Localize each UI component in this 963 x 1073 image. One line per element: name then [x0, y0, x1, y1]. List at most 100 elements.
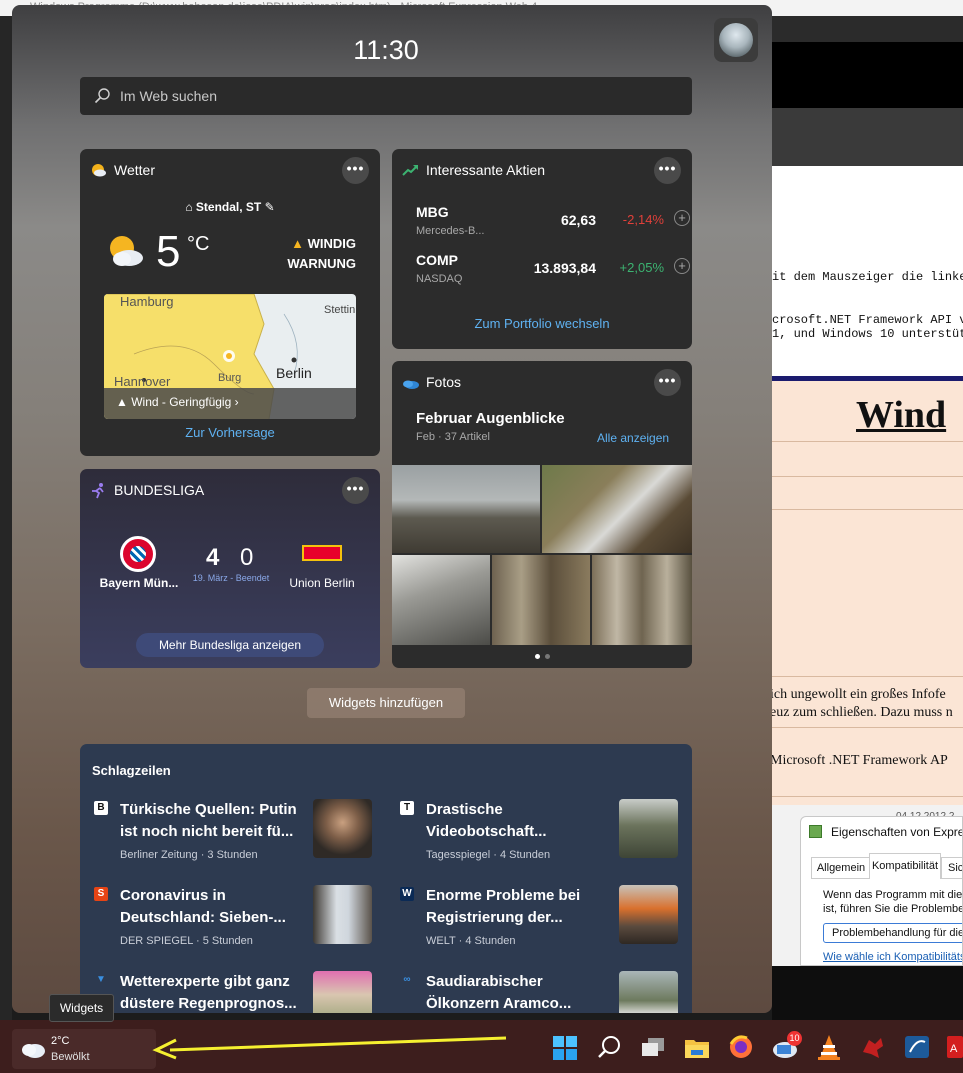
spiegel-logo: S	[94, 887, 108, 901]
bundesliga-more-button[interactable]: •••	[342, 477, 369, 504]
bayern-logo	[120, 536, 156, 572]
troubleshooter-button[interactable]: Problembehandlung für die P	[823, 923, 962, 943]
news-thumbnail	[313, 885, 372, 944]
photo-thumbnail[interactable]	[392, 465, 540, 553]
news-item[interactable]: T Drastische Videobotschaft... Tagesspie…	[400, 799, 685, 879]
berliner-zeitung-logo: B	[94, 801, 108, 815]
annotation-arrow	[152, 1036, 507, 1060]
weather-more-button[interactable]: •••	[342, 157, 369, 184]
photos-card[interactable]: Fotos ••• Februar Augenblicke Feb · 37 A…	[392, 361, 692, 668]
weather-warning[interactable]: ▲ WINDIG WARNUNG	[270, 234, 356, 274]
headlines-card: Schlagzeilen B Türkische Quellen: Putin …	[80, 744, 692, 1013]
search-input[interactable]: Im Web suchen	[80, 77, 692, 115]
photos-title: Fotos	[426, 374, 462, 390]
vlc-icon[interactable]	[815, 1032, 843, 1062]
photos-more-button[interactable]: •••	[654, 369, 681, 396]
weather-card[interactable]: Wetter ••• ⌂ Stendal, ST ✎ 5 °C ▲ WINDIG…	[80, 149, 380, 456]
background-footer	[772, 966, 963, 1020]
doc-heading: Wind	[856, 394, 947, 436]
mail-icon[interactable]: 10	[771, 1031, 802, 1062]
news-item[interactable]: ∞ Saudiarabischer Ölkonzern Aramco...	[400, 971, 685, 1013]
map-label: Hannover	[114, 374, 171, 389]
news-thumbnail	[619, 885, 678, 944]
home-team: Bayern Mün...	[99, 576, 179, 590]
bundesliga-card[interactable]: BUNDESLIGA ••• Bayern Mün... 4 0 19. Mär…	[80, 469, 380, 668]
code-line: it dem Mauszeiger die linke	[772, 270, 963, 284]
background-code-view: it dem Mauszeiger die linke crosoft.NET …	[772, 166, 963, 376]
clock: 11:30	[353, 35, 419, 65]
acrobat-icon[interactable]: A	[945, 1032, 963, 1062]
compat-help-link[interactable]: Wie wähle ich Kompatibilitätse	[823, 951, 962, 963]
taskbar-weather-desc: Bewölkt	[51, 1051, 90, 1063]
photo-thumbnail[interactable]	[542, 465, 692, 553]
background-left-edge	[0, 16, 12, 1020]
news-item[interactable]: ▼ Wetterexperte gibt ganz düstere Regenp…	[94, 971, 379, 1013]
stocks-more-button[interactable]: •••	[654, 157, 681, 184]
add-stock-icon[interactable]: +	[674, 210, 690, 226]
map-label: Hamburg	[120, 294, 174, 309]
code-line: crosoft.NET Framework API ve	[772, 313, 963, 327]
edit-icon: ✎	[261, 200, 275, 214]
weather-map[interactable]: Hamburg Stettin Hannover Burg Berlin ▲ W…	[104, 294, 356, 419]
search-icon[interactable]	[595, 1032, 623, 1062]
map-label: Stettin	[324, 304, 356, 316]
tab-kompatibilitaet[interactable]: Kompatibilität	[869, 853, 941, 879]
tab-allgemein[interactable]: Allgemein	[811, 857, 871, 879]
welt-logo: W	[400, 887, 414, 901]
code-line: 1, und Windows 10 unterstüt:	[772, 327, 963, 341]
avatar[interactable]	[714, 18, 758, 62]
weather-location-row[interactable]: ⌂ Stendal, ST ✎	[80, 200, 380, 214]
dialog-title: Eigenschaften von Expres	[831, 825, 963, 839]
stock-row[interactable]: MBG Mercedes-B... 62,63 -2,14% +	[416, 204, 690, 246]
headlines-title: Schlagzeilen	[92, 763, 171, 778]
game-icon[interactable]	[859, 1032, 887, 1062]
news-thumbnail	[313, 971, 372, 1013]
album-meta: Feb · 37 Artikel	[416, 431, 490, 443]
news-item[interactable]: B Türkische Quellen: Putin ist noch nich…	[94, 799, 379, 879]
search-icon	[94, 88, 110, 104]
away-team: Union Berlin	[289, 576, 355, 590]
add-widgets-button[interactable]: Widgets hinzufügen	[307, 688, 465, 718]
news-thumbnail	[619, 971, 678, 1013]
see-all-link[interactable]: Alle anzeigen	[597, 431, 669, 445]
pager-dot-active[interactable]	[535, 654, 540, 659]
photo-thumbnail[interactable]	[592, 555, 692, 645]
stocks-card[interactable]: Interessante Aktien ••• MBG Mercedes-B..…	[392, 149, 692, 349]
photo-thumbnail[interactable]	[492, 555, 590, 645]
warning-icon: ▲	[291, 236, 308, 251]
photo-thumbnail[interactable]	[392, 555, 490, 645]
tab-sicherheit[interactable]: Sich	[941, 857, 962, 879]
weather-unit: °C	[187, 233, 210, 255]
news-item[interactable]: W Enorme Probleme bei Registrierung der.…	[400, 885, 685, 965]
app-icon[interactable]	[903, 1032, 931, 1062]
home-score: 4	[206, 544, 220, 571]
task-view-icon[interactable]	[639, 1032, 667, 1062]
dialog-text: ist, führen Sie die Problembeh	[823, 903, 963, 915]
onedrive-cloud-icon	[402, 374, 419, 391]
start-icon[interactable]	[551, 1032, 579, 1062]
album-title: Februar Augenblicke	[416, 410, 565, 427]
taskbar-weather-widget[interactable]: 2°C Bewölkt	[12, 1029, 156, 1069]
cloud-icon	[20, 1037, 46, 1059]
partly-cloudy-icon	[106, 233, 144, 269]
alert-icon: ▲	[116, 395, 132, 409]
away-score: 0	[240, 544, 254, 571]
forecast-link[interactable]: Zur Vorhersage	[80, 425, 380, 440]
stock-row[interactable]: COMP NASDAQ 13.893,84 +2,05% +	[416, 252, 690, 294]
firefox-icon[interactable]	[727, 1032, 755, 1062]
file-explorer-icon[interactable]	[683, 1032, 711, 1062]
more-bundesliga-button[interactable]: Mehr Bundesliga anzeigen	[136, 633, 324, 657]
background-toolbar	[772, 42, 963, 108]
add-stock-icon[interactable]: +	[674, 258, 690, 274]
map-label: Burg	[218, 372, 242, 384]
portfolio-link[interactable]: Zum Portfolio wechseln	[392, 316, 692, 331]
taskbar-temp: 2°C	[51, 1035, 70, 1047]
match-status: 19. März - Beendet	[192, 573, 270, 583]
wind-alert[interactable]: ▲ Wind - Geringfügig ›	[116, 395, 239, 409]
properties-dialog: Eigenschaften von Expres Allgemein Kompa…	[800, 816, 963, 966]
svg-text:A: A	[950, 1043, 958, 1055]
pager-dot[interactable]	[545, 654, 550, 659]
doc-text: Microsoft .NET Framework AP	[772, 753, 948, 768]
news-item[interactable]: S Coronavirus in Deutschland: Sieben-...…	[94, 885, 379, 965]
doc-text: euz zum schließen. Dazu muss n	[772, 705, 953, 720]
